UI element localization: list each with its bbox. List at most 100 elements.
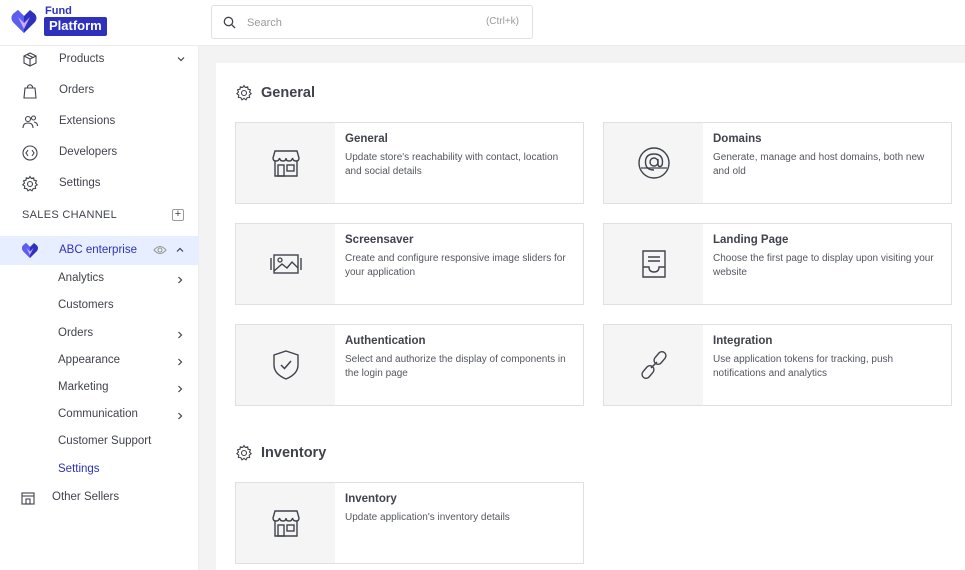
sidebar-item-orders[interactable]: Orders bbox=[0, 77, 199, 105]
chevron-right-icon bbox=[178, 331, 183, 339]
store-icon bbox=[271, 150, 300, 177]
card-title: Integration bbox=[713, 335, 773, 347]
card-icon-box bbox=[604, 123, 703, 203]
section-title-text: General bbox=[261, 85, 315, 101]
channel-logo-icon bbox=[22, 243, 38, 258]
sidebar-subitem-customer-support[interactable]: Customer Support bbox=[0, 430, 199, 454]
subitem-label: Customers bbox=[58, 299, 114, 311]
inbox-icon bbox=[641, 250, 666, 278]
card-title: Inventory bbox=[345, 493, 397, 505]
subitem-label: Analytics bbox=[58, 272, 105, 284]
card-landing-page[interactable]: Landing Page Choose the first page to di… bbox=[603, 223, 952, 305]
chevron-right-icon bbox=[178, 358, 183, 366]
sidebar-item-label: Extensions bbox=[59, 115, 116, 127]
image-slider-icon bbox=[269, 254, 302, 274]
card-description: Choose the first page to display upon vi… bbox=[713, 253, 934, 278]
sidebar-item-extensions[interactable]: Extensions bbox=[0, 108, 199, 136]
card-title: Domains bbox=[713, 133, 762, 145]
card-description: Use application tokens for tracking, pus… bbox=[713, 354, 894, 379]
gear-icon bbox=[235, 444, 253, 461]
box-icon bbox=[23, 52, 37, 67]
brand-name-line1: Fund bbox=[45, 5, 72, 17]
card-description: Generate, manage and host domains, both … bbox=[713, 152, 925, 177]
code-icon bbox=[22, 145, 38, 161]
card-domains[interactable]: Domains Generate, manage and host domain… bbox=[603, 122, 952, 204]
sidebar-item-label: Developers bbox=[59, 146, 118, 158]
sidebar-subitem-communication[interactable]: Communication bbox=[0, 403, 199, 427]
subitem-label: Settings bbox=[58, 463, 100, 475]
sidebar-item-developers[interactable]: Developers bbox=[0, 139, 199, 167]
card-general[interactable]: General Update store's reachability with… bbox=[235, 122, 584, 204]
main-content: General General Update store's reachabil… bbox=[199, 46, 965, 570]
sidebar-item-label: Orders bbox=[59, 84, 95, 96]
general-section-title: General bbox=[235, 84, 315, 102]
sidebar-subitem-analytics[interactable]: Analytics bbox=[0, 267, 199, 291]
at-sign-icon bbox=[637, 147, 670, 179]
card-icon-box bbox=[236, 224, 335, 304]
card-description: Update store's reachability with contact… bbox=[345, 152, 559, 177]
sidebar-item-products[interactable]: Products bbox=[0, 46, 199, 74]
link-icon bbox=[640, 351, 667, 379]
subitem-label: Communication bbox=[58, 408, 138, 420]
top-bar: Fund Platform (Ctrl+k) bbox=[0, 0, 965, 46]
sidebar-subitem-appearance[interactable]: Appearance bbox=[0, 349, 199, 373]
add-sales-channel-button[interactable]: + bbox=[172, 209, 184, 221]
card-icon-box bbox=[604, 325, 703, 405]
brand-name-line2: Platform bbox=[44, 17, 107, 36]
card-description: Create and configure responsive image sl… bbox=[345, 253, 566, 278]
eye-icon[interactable] bbox=[153, 244, 167, 256]
card-icon-box bbox=[604, 224, 703, 304]
chevron-right-icon bbox=[178, 385, 183, 393]
inventory-section-title: Inventory bbox=[235, 444, 326, 462]
sidebar-item-abc-enterprise[interactable]: ABC enterprise bbox=[0, 236, 199, 265]
subitem-label: Orders bbox=[58, 327, 94, 339]
sidebar-subitem-customers[interactable]: Customers bbox=[0, 294, 199, 318]
card-authentication[interactable]: Authentication Select and authorize the … bbox=[235, 324, 584, 406]
chevron-up-icon[interactable] bbox=[175, 245, 185, 255]
brand-logo[interactable]: Fund Platform bbox=[10, 5, 120, 37]
sidebar: Products Orders Extensions Developers Se… bbox=[0, 46, 199, 570]
logo-mark-icon bbox=[11, 10, 37, 33]
sidebar-item-other-sellers[interactable]: Other Sellers bbox=[0, 486, 199, 510]
search-input[interactable] bbox=[247, 13, 457, 33]
users-icon bbox=[22, 115, 39, 129]
sales-channel-header: SALES CHANNEL bbox=[22, 209, 117, 221]
card-icon-box bbox=[236, 123, 335, 203]
card-title: Authentication bbox=[345, 335, 426, 347]
search-shortcut-hint: (Ctrl+k) bbox=[485, 16, 519, 27]
sidebar-subitem-marketing[interactable]: Marketing bbox=[0, 376, 199, 400]
card-description: Select and authorize the display of comp… bbox=[345, 354, 566, 379]
sidebar-subitem-settings[interactable]: Settings bbox=[0, 458, 199, 482]
bag-icon bbox=[23, 84, 37, 99]
search-box[interactable]: (Ctrl+k) bbox=[211, 5, 533, 39]
chevron-right-icon bbox=[178, 276, 183, 284]
sidebar-item-label: Products bbox=[59, 53, 105, 65]
gear-icon bbox=[21, 175, 39, 192]
card-screensaver[interactable]: Screensaver Create and configure respons… bbox=[235, 223, 584, 305]
settings-panel: General General Update store's reachabil… bbox=[216, 63, 965, 570]
card-icon-box bbox=[236, 325, 335, 405]
gear-icon bbox=[235, 84, 253, 101]
card-icon-box bbox=[236, 483, 335, 563]
section-title-text: Inventory bbox=[261, 445, 327, 461]
search-icon bbox=[223, 16, 236, 29]
subitem-label: Appearance bbox=[58, 354, 121, 366]
card-title: Screensaver bbox=[345, 234, 414, 246]
card-title: Landing Page bbox=[713, 234, 789, 246]
card-inventory[interactable]: Inventory Update application's inventory… bbox=[235, 482, 584, 564]
chevron-down-icon[interactable] bbox=[176, 54, 186, 64]
sidebar-item-label: Settings bbox=[59, 177, 101, 189]
shield-check-icon bbox=[272, 350, 299, 380]
other-sellers-label: Other Sellers bbox=[52, 491, 120, 503]
store-small-icon bbox=[21, 492, 35, 505]
card-integration[interactable]: Integration Use application tokens for t… bbox=[603, 324, 952, 406]
subitem-label: Marketing bbox=[58, 381, 109, 393]
sidebar-subitem-orders[interactable]: Orders bbox=[0, 322, 199, 346]
card-description: Update application's inventory details bbox=[345, 512, 510, 523]
card-title: General bbox=[345, 133, 388, 145]
sidebar-item-settings[interactable]: Settings bbox=[0, 170, 199, 198]
channel-name: ABC enterprise bbox=[59, 244, 137, 256]
store-icon bbox=[271, 510, 300, 537]
chevron-right-icon bbox=[178, 412, 183, 420]
subitem-label: Customer Support bbox=[58, 435, 152, 447]
